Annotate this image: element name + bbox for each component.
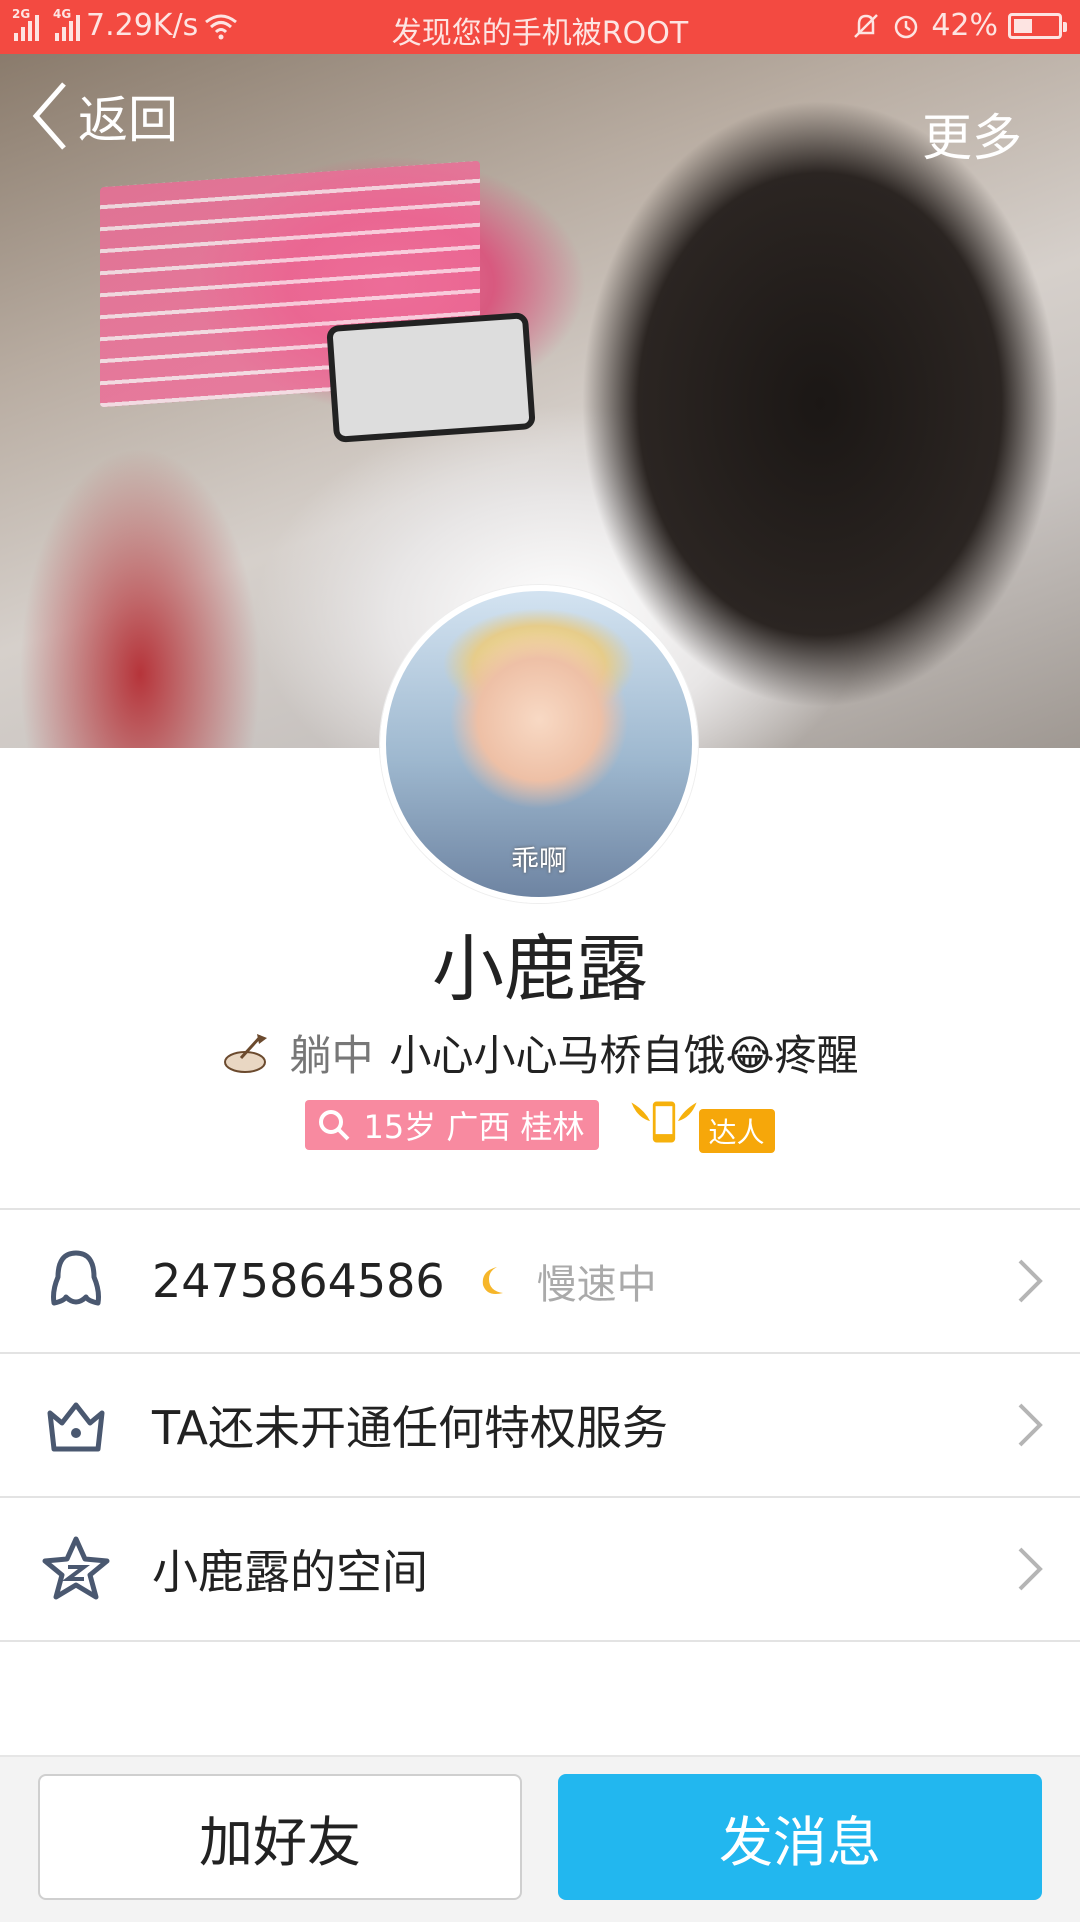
crown-icon [47, 1402, 105, 1452]
chevron-right-icon [1018, 1547, 1043, 1591]
chevron-right-icon [1018, 1403, 1043, 1447]
signature-line[interactable]: 躺中 小心小心马桥自饿😂疼醒 [0, 1022, 1080, 1083]
status-bar: 2G 4G 7.29K/s 发现您的手机被ROOT 42% [0, 0, 1080, 54]
moon-icon [482, 1267, 503, 1294]
space-row[interactable]: 小鹿露的空间 [0, 1498, 1080, 1642]
battery-percent: 42% [931, 8, 998, 43]
bottom-action-bar: 加好友 发消息 [0, 1755, 1080, 1922]
silent-bell-icon [854, 13, 879, 38]
expert-label: 达人 [698, 1109, 775, 1153]
alarm-icon [895, 15, 918, 38]
info-tag-text: 15岁 广西 桂林 [363, 1108, 585, 1146]
status-text: 躺中 [289, 1031, 374, 1080]
back-label: 返回 [78, 91, 178, 149]
qq-speed-text: 慢速中 [536, 1262, 657, 1308]
space-text: 小鹿露的空间 [152, 1545, 428, 1599]
cover-phone [326, 312, 536, 443]
expert-badge[interactable]: 达人 [625, 1095, 775, 1155]
female-icon [319, 1110, 350, 1141]
info-tag: 15岁 广西 桂林 [305, 1100, 599, 1150]
lying-status-icon [224, 1033, 268, 1073]
privilege-row[interactable]: TA还未开通任何特权服务 [0, 1354, 1080, 1498]
privilege-text: TA还未开通任何特权服务 [152, 1401, 668, 1455]
add-friend-button[interactable]: 加好友 [38, 1774, 522, 1900]
profile-list: 2475864586 慢速中 TA还未开通任何特权服务 小鹿露的空间 [0, 1208, 1080, 1642]
send-message-button[interactable]: 发消息 [558, 1774, 1042, 1900]
avatar[interactable]: 乖啊 [380, 585, 698, 903]
winged-phone-icon [630, 1099, 697, 1145]
qzone-star-icon [42, 1536, 110, 1600]
signature-text: 小心小心马桥自饿😂疼醒 [389, 1031, 859, 1080]
chevron-right-icon [1018, 1259, 1043, 1303]
back-button[interactable]: 返回 [30, 80, 178, 152]
qq-number: 2475864586 [152, 1254, 445, 1308]
penguin-icon [51, 1250, 101, 1306]
chevron-left-icon [32, 82, 66, 150]
battery-icon [1008, 12, 1067, 39]
more-button[interactable]: 更多 [922, 98, 1022, 170]
qq-number-row[interactable]: 2475864586 慢速中 [0, 1210, 1080, 1354]
profile-name: 小鹿露 [431, 927, 648, 1011]
avatar-caption: 乖啊 [510, 844, 567, 877]
badge-row: 15岁 广西 桂林 达人 [0, 1095, 1080, 1155]
